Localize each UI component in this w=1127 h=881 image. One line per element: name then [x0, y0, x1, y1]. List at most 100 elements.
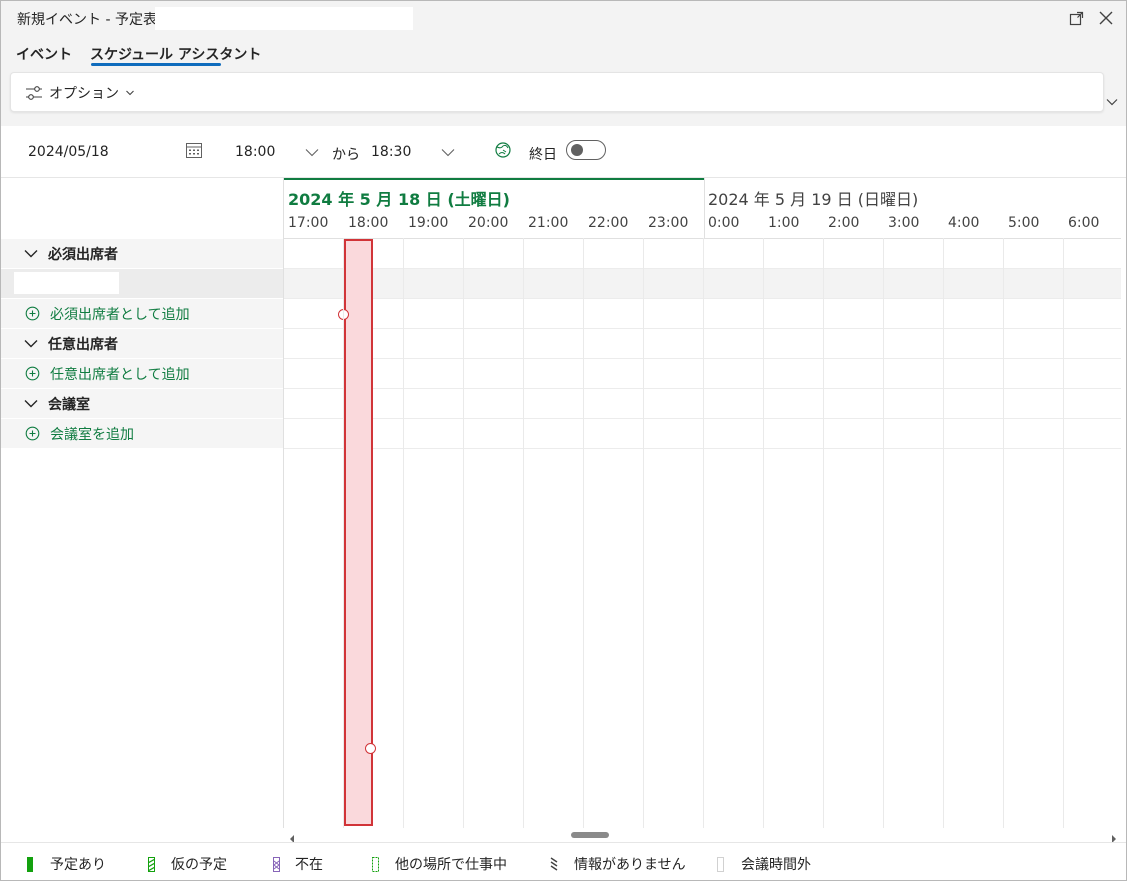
day2-label: 2024 年 5 月 19 日 (日曜日): [708, 190, 919, 209]
active-tab-indicator: [91, 63, 221, 66]
chevron-down-icon: [125, 89, 135, 97]
hour-label: 4:00: [948, 215, 980, 231]
hour-label: 6:00: [1068, 215, 1100, 231]
required-group-label: 必須出席者: [48, 246, 118, 263]
hour-grid-line: [943, 238, 944, 828]
tab-event[interactable]: イベント: [16, 44, 72, 64]
legend-working-elsewhere: 他の場所で仕事中: [372, 854, 507, 874]
add-room[interactable]: 会議室を追加: [0, 418, 283, 448]
working-elsewhere-swatch-icon: [372, 856, 379, 872]
hour-label: 23:00: [648, 215, 689, 231]
add-circle-icon: [25, 366, 40, 381]
legend-label: 会議時間外: [741, 857, 811, 873]
start-time-field[interactable]: 18:00: [235, 144, 275, 160]
end-time-field[interactable]: 18:30: [371, 144, 411, 160]
chevron-down-icon: [24, 339, 40, 348]
hour-label: 19:00: [408, 215, 449, 231]
add-circle-icon: [25, 306, 40, 321]
legend-away: 不在: [273, 854, 323, 874]
hour-grid-line: [823, 238, 824, 828]
legend-label: 不在: [295, 857, 323, 873]
schedule-grid[interactable]: 2024 年 5 月 18 日 (土曜日) 2024 年 5 月 19 日 (日…: [283, 178, 1121, 828]
hour-label: 18:00: [348, 215, 389, 231]
optional-group-label: 任意出席者: [48, 336, 118, 353]
title-bar: 新規イベント - 予定表 -: [0, 0, 1127, 36]
hour-grid-line: [643, 238, 644, 828]
close-icon[interactable]: [1095, 7, 1117, 29]
day-separator: [704, 178, 705, 238]
rooms-group-label: 会議室: [48, 396, 90, 413]
add-circle-icon: [25, 426, 40, 441]
options-button[interactable]: オプション: [25, 83, 135, 103]
hour-label: 17:00: [288, 215, 329, 231]
away-swatch-icon: [273, 856, 280, 872]
hour-grid-line: [1063, 238, 1064, 828]
hour-grid-line: [583, 238, 584, 828]
legend-no-info: 情報がありません: [550, 854, 686, 874]
hour-label: 21:00: [528, 215, 569, 231]
no-info-swatch-icon: [550, 856, 558, 872]
from-label: から: [332, 147, 360, 163]
attendee-list-header: [0, 178, 283, 238]
hour-label: 5:00: [1008, 215, 1040, 231]
toggle-knob: [571, 144, 583, 156]
hour-grid-line: [463, 238, 464, 828]
current-day-indicator: [284, 178, 704, 180]
attendee-list: 必須出席者 必須出席者として追加 任意出席者 任意出席者として追加 会議室 会議…: [0, 238, 283, 842]
hour-label: 3:00: [888, 215, 920, 231]
date-field[interactable]: 2024/05/18: [28, 144, 109, 160]
add-required-label: 必須出席者として追加: [50, 306, 190, 323]
hour-label: 22:00: [588, 215, 629, 231]
scroll-thumb[interactable]: [571, 832, 609, 838]
required-group-header[interactable]: 必須出席者: [0, 238, 283, 268]
optional-group-header[interactable]: 任意出席者: [0, 328, 283, 358]
legend-outside-hours: 会議時間外: [717, 854, 811, 874]
busy-swatch-icon: [27, 856, 33, 872]
attendee-row[interactable]: [0, 268, 283, 298]
chevron-down-icon: [24, 249, 40, 258]
day1-label: 2024 年 5 月 18 日 (土曜日): [288, 190, 510, 209]
legend-label: 予定あり: [50, 857, 106, 873]
hour-label: 1:00: [768, 215, 800, 231]
ribbon-expand-chevron-icon[interactable]: [1106, 94, 1118, 110]
legend-tentative: 仮の予定: [148, 854, 227, 874]
outside-hours-swatch-icon: [717, 856, 724, 872]
horizontal-scrollbar[interactable]: [283, 828, 1121, 843]
ribbon-area: オプション: [0, 70, 1127, 126]
time-selection-bar: 2024/05/18 18:00 から 18:30 終日: [0, 126, 1127, 178]
sliders-icon: [25, 85, 43, 101]
globe-icon[interactable]: [494, 141, 512, 163]
calendar-icon[interactable]: [185, 141, 203, 163]
add-optional-attendee[interactable]: 任意出席者として追加: [0, 358, 283, 388]
hour-grid-line: [1003, 238, 1004, 828]
window-title: 新規イベント - 予定表 -: [17, 12, 167, 28]
hour-grid-line: [403, 238, 404, 828]
legend-label: 仮の予定: [171, 857, 227, 873]
ribbon: オプション: [10, 72, 1104, 112]
legend-busy: 予定あり: [27, 854, 106, 874]
meeting-time-selection[interactable]: [338, 239, 376, 826]
hour-grid-line: [703, 238, 704, 828]
resize-handle-end[interactable]: [365, 743, 376, 754]
tab-bar: イベント スケジュール アシスタント: [0, 36, 1127, 70]
availability-legend: 予定あり 仮の予定 不在 他の場所で仕事中 情報がありません 会議時間外: [0, 842, 1127, 881]
start-time-chevron-icon[interactable]: [305, 145, 319, 161]
chevron-down-icon: [24, 399, 40, 408]
tentative-swatch-icon: [148, 856, 155, 872]
legend-label: 他の場所で仕事中: [395, 857, 507, 873]
hour-grid-line: [763, 238, 764, 828]
hour-grid-line: [343, 238, 344, 828]
tab-scheduling-assistant[interactable]: スケジュール アシスタント: [90, 44, 261, 64]
options-label: オプション: [49, 86, 119, 102]
popout-icon[interactable]: [1066, 7, 1088, 29]
redacted-calendar-name: [155, 7, 413, 30]
hour-grid-line: [883, 238, 884, 828]
redacted-attendee-name: [14, 272, 119, 294]
all-day-toggle[interactable]: [566, 140, 606, 160]
legend-label: 情報がありません: [574, 857, 686, 873]
add-optional-label: 任意出席者として追加: [50, 366, 190, 383]
end-time-chevron-icon[interactable]: [441, 145, 455, 161]
rooms-group-header[interactable]: 会議室: [0, 388, 283, 418]
all-day-label: 終日: [529, 147, 557, 163]
add-required-attendee[interactable]: 必須出席者として追加: [0, 298, 283, 328]
